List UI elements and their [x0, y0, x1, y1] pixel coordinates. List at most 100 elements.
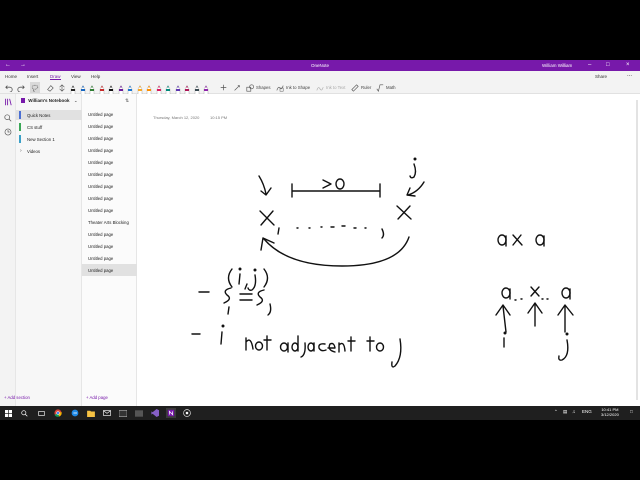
- ink-stroke-d: [291, 342, 299, 352]
- ruler-button[interactable]: Ruler: [351, 82, 371, 93]
- add-section-button[interactable]: + Add section: [4, 395, 30, 400]
- section-label: CS stuff: [27, 125, 43, 130]
- page-item[interactable]: Untitled page: [82, 192, 137, 204]
- page-item[interactable]: Untitled page: [82, 120, 137, 132]
- math-button[interactable]: Math: [376, 82, 396, 93]
- code-editor-icon[interactable]: [134, 408, 144, 418]
- share-button[interactable]: Share: [595, 74, 607, 79]
- pen-6-icon[interactable]: [118, 82, 124, 95]
- maximize-icon[interactable]: □: [606, 62, 610, 68]
- section-item-quick-notes[interactable]: Quick Notes: [16, 110, 82, 120]
- pen-10-icon[interactable]: [156, 82, 162, 95]
- edge-icon[interactable]: [70, 408, 80, 418]
- minimize-icon[interactable]: –: [588, 62, 591, 68]
- close-icon[interactable]: ×: [626, 62, 630, 68]
- notebooks-icon[interactable]: [4, 98, 12, 106]
- volume-icon[interactable]: ♫: [572, 409, 575, 414]
- title-bar: ← → OneNote William William – □ ×: [0, 60, 640, 71]
- notebook-selector[interactable]: William's Notebook ⌄: [21, 98, 78, 104]
- section-item-cs-stuff[interactable]: CS stuff: [16, 122, 82, 132]
- undo-icon[interactable]: [5, 82, 13, 93]
- menu-view[interactable]: View: [71, 74, 81, 79]
- add-pen-icon[interactable]: [220, 82, 227, 93]
- shapes-button[interactable]: Shapes: [246, 82, 271, 93]
- ink-stroke-j4: [391, 338, 402, 368]
- network-icon[interactable]: ▤: [563, 409, 567, 415]
- notebook-icon: [21, 98, 25, 103]
- sections-pane: William's Notebook ⌄ Quick Notes CS stuf…: [16, 94, 82, 420]
- pen-2-icon[interactable]: [80, 82, 86, 95]
- tray-chevron-icon[interactable]: ⌃: [554, 409, 558, 415]
- pen-4-icon[interactable]: [99, 82, 105, 95]
- pen-9-icon[interactable]: [146, 82, 152, 95]
- page-item[interactable]: Untitled page: [82, 228, 137, 240]
- obs-icon[interactable]: [182, 408, 192, 418]
- page-item[interactable]: Untitled page: [82, 132, 137, 144]
- pen-12-icon[interactable]: [175, 82, 181, 95]
- page-item[interactable]: Theater Arts Blocking: [82, 216, 137, 228]
- page-item[interactable]: Untitled page: [82, 252, 137, 264]
- search-icon[interactable]: [4, 114, 12, 122]
- file-explorer-icon[interactable]: [86, 408, 96, 418]
- section-item-new-section-1[interactable]: New Section 1: [16, 134, 82, 144]
- page-title: Untitled page: [88, 184, 114, 189]
- windows-start-icon[interactable]: [3, 408, 13, 418]
- ink-replay-icon[interactable]: [233, 82, 241, 93]
- recent-notes-icon[interactable]: [4, 128, 12, 136]
- vertical-scrollbar[interactable]: [636, 100, 638, 400]
- add-space-icon[interactable]: [58, 82, 66, 93]
- eraser-icon[interactable]: [46, 82, 54, 93]
- pen-15-icon[interactable]: [203, 82, 209, 95]
- page-item[interactable]: Untitled page: [82, 240, 137, 252]
- chrome-icon[interactable]: [53, 408, 63, 418]
- visual-studio-icon[interactable]: [150, 408, 160, 418]
- pen-7-icon[interactable]: [127, 82, 133, 95]
- section-group-videos[interactable]: › Videos: [16, 146, 82, 156]
- handwritten-ink[interactable]: [137, 94, 640, 406]
- pen-8-icon[interactable]: [137, 82, 143, 95]
- terminal-icon[interactable]: [118, 408, 128, 418]
- pen-14-icon[interactable]: [194, 82, 200, 95]
- page-title: Untitled page: [88, 196, 114, 201]
- redo-icon[interactable]: [17, 82, 25, 93]
- pen-11-icon[interactable]: [165, 82, 171, 95]
- pen-5-icon[interactable]: [108, 82, 114, 95]
- input-language[interactable]: ENG: [582, 409, 592, 414]
- ink-to-shape-button[interactable]: Ink to Shape: [276, 82, 310, 93]
- page-canvas[interactable]: Thursday, March 12, 2020 10:15 PM: [137, 94, 640, 420]
- ink-dot: [413, 157, 417, 161]
- ink-to-text-button[interactable]: Ink to Text: [316, 82, 346, 93]
- page-title: Untitled page: [88, 172, 114, 177]
- chevron-right-icon: ›: [20, 148, 22, 154]
- lasso-select-icon[interactable]: [30, 82, 40, 93]
- page-item[interactable]: Untitled page: [82, 108, 137, 120]
- add-page-button[interactable]: + Add page: [86, 395, 108, 400]
- search-icon[interactable]: [19, 408, 29, 418]
- page-item[interactable]: Untitled page: [82, 168, 137, 180]
- sort-pages-icon[interactable]: ⇅: [125, 98, 129, 104]
- page-item[interactable]: Untitled page: [82, 144, 137, 156]
- mail-icon[interactable]: [102, 408, 112, 418]
- taskbar-clock[interactable]: 10:41 PM 3/12/2020: [601, 407, 619, 417]
- ink-stroke-dots2: [514, 298, 523, 301]
- menu-home[interactable]: Home: [5, 74, 17, 79]
- pen-1-icon[interactable]: [70, 82, 76, 95]
- page-item[interactable]: Untitled page: [82, 180, 137, 192]
- menu-draw[interactable]: Draw: [50, 74, 61, 80]
- page-item[interactable]: Untitled page: [82, 264, 137, 276]
- user-name[interactable]: William William: [542, 63, 572, 68]
- pen-3-icon[interactable]: [89, 82, 95, 95]
- page-title: Untitled page: [88, 256, 114, 261]
- onenote-taskbar-icon[interactable]: [166, 408, 176, 418]
- ink-stroke-n2: [338, 342, 346, 353]
- ink-stroke-open-paren: [227, 268, 233, 288]
- page-item[interactable]: Untitled page: [82, 204, 137, 216]
- notifications-icon[interactable]: □: [630, 409, 633, 414]
- pen-13-icon[interactable]: [184, 82, 190, 95]
- ink-stroke-close-paren: [263, 268, 269, 288]
- task-view-icon[interactable]: [36, 408, 46, 418]
- menu-help[interactable]: Help: [91, 74, 100, 79]
- menu-insert[interactable]: Insert: [27, 74, 38, 79]
- more-options-button[interactable]: ...: [627, 72, 632, 78]
- page-item[interactable]: Untitled page: [82, 156, 137, 168]
